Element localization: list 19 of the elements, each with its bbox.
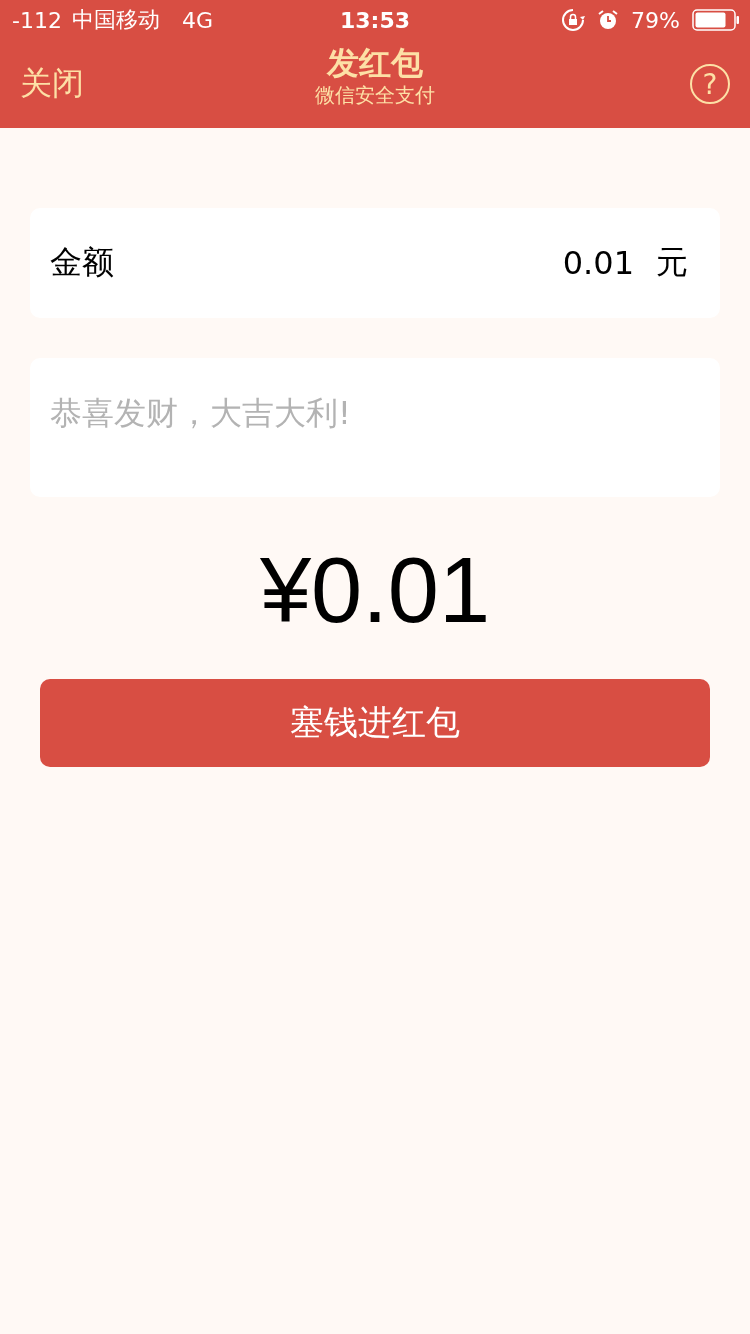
page-title: 发红包 <box>327 44 423 82</box>
amount-input[interactable]: 0.01 <box>114 244 634 282</box>
signal-strength: -112 <box>12 7 62 33</box>
network-type: 4G <box>181 7 213 33</box>
page-subtitle: 微信安全支付 <box>315 82 435 108</box>
battery-percentage: 79% <box>631 7 680 33</box>
clock-time: 13:53 <box>340 7 410 33</box>
message-field[interactable]: 恭喜发财，大吉大利! <box>30 358 720 497</box>
submit-button[interactable]: 塞钱进红包 <box>40 679 710 767</box>
amount-field[interactable]: 金额 0.01 元 <box>30 208 720 318</box>
carrier-name: 中国移动 <box>71 6 160 34</box>
amount-label: 金额 <box>50 242 114 283</box>
total-amount: ¥0.01 <box>259 538 491 643</box>
rotation-lock-icon <box>561 8 586 32</box>
currency-unit: 元 <box>656 242 688 283</box>
help-button[interactable]: ? <box>690 64 730 104</box>
close-button[interactable]: 关闭 <box>20 62 84 106</box>
alarm-icon <box>597 9 620 31</box>
battery-icon <box>692 9 740 31</box>
